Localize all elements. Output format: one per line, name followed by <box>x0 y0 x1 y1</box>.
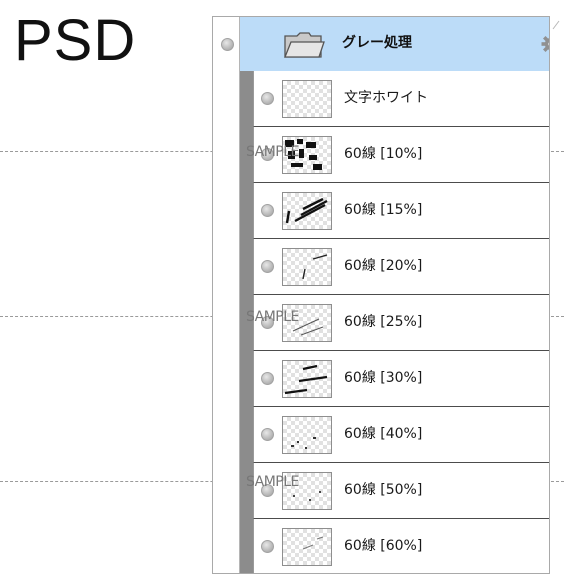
layer-thumbnail <box>282 80 332 118</box>
layer-row[interactable]: 60線 [60%] <box>253 519 549 573</box>
sample-watermark: SAMPLE <box>246 474 299 490</box>
layer-name: 文字ホワイト <box>344 90 428 106</box>
layer-name: 60線 [50%] <box>344 482 423 498</box>
layer-name: 60線 [40%] <box>344 426 423 442</box>
layer-visibility-toggle[interactable] <box>261 204 274 217</box>
layer-thumbnail <box>282 360 332 398</box>
layer-name: 60線 [25%] <box>344 314 423 330</box>
gear-icon[interactable] <box>541 34 550 54</box>
layer-thumbnail <box>282 248 332 286</box>
scroll-indicator-icon <box>552 20 560 30</box>
layer-row[interactable]: 60線 [30%] <box>253 351 549 407</box>
layer-thumbnail <box>282 528 332 566</box>
layer-thumbnail <box>282 416 332 454</box>
layer-name: 60線 [15%] <box>344 202 423 218</box>
psd-label: PSD <box>14 8 137 73</box>
layer-row[interactable]: 60線 [15%] <box>253 183 549 239</box>
layer-thumbnail <box>282 192 332 230</box>
layer-row[interactable]: 60線 [40%] <box>253 407 549 463</box>
visibility-column <box>213 17 240 573</box>
folder-name: グレー処理 <box>342 35 412 51</box>
folder-icon <box>284 32 325 58</box>
folder-visibility-toggle[interactable] <box>221 38 234 51</box>
layer-visibility-toggle[interactable] <box>261 92 274 105</box>
layer-visibility-toggle[interactable] <box>261 428 274 441</box>
sample-watermark: SAMPLE <box>246 144 299 160</box>
layer-visibility-toggle[interactable] <box>261 540 274 553</box>
layer-row[interactable]: 60線 [50%] <box>253 463 549 519</box>
layer-name: 60線 [20%] <box>344 258 423 274</box>
layers-panel: グレー処理 文字ホワイト 60線 [10%] 60線 [15%] 60線 [20… <box>212 16 550 574</box>
layer-name: 60線 [10%] <box>344 146 423 162</box>
sample-watermark: SAMPLE <box>246 309 299 325</box>
layer-row[interactable]: 文字ホワイト <box>253 71 549 127</box>
layer-visibility-toggle[interactable] <box>261 372 274 385</box>
layer-row[interactable]: 60線 [20%] <box>253 239 549 295</box>
layer-name: 60線 [60%] <box>344 538 423 554</box>
layer-name: 60線 [30%] <box>344 370 423 386</box>
layer-visibility-toggle[interactable] <box>261 260 274 273</box>
layer-folder-row[interactable]: グレー処理 <box>240 17 549 72</box>
